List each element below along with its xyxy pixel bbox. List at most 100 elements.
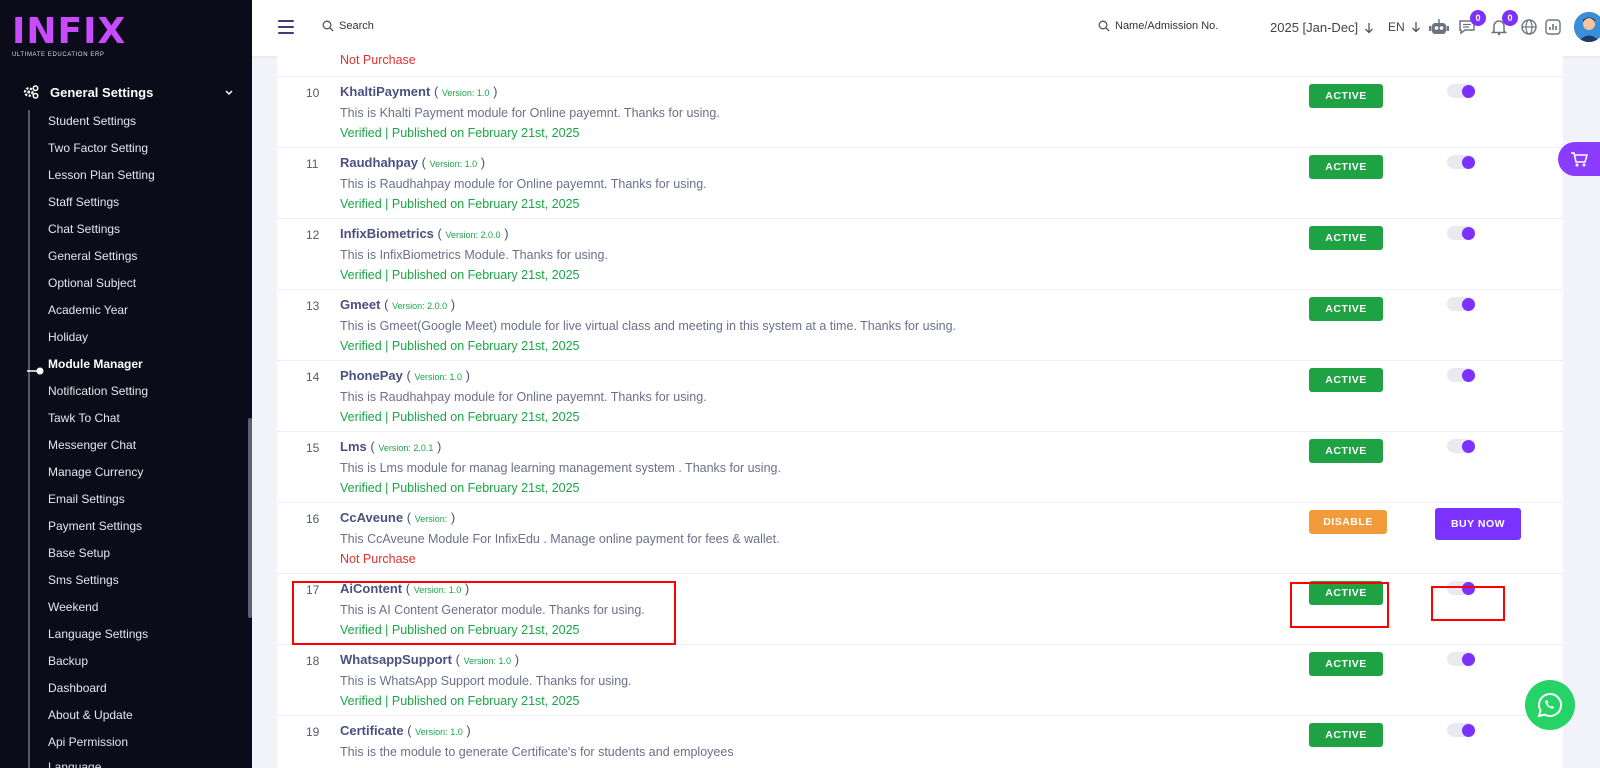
active-button[interactable]: ACTIVE xyxy=(1309,723,1383,747)
module-title: Lms ( Version: 2.0.1 ) xyxy=(340,439,442,454)
sidebar-item-tawk-to-chat[interactable]: Tawk To Chat xyxy=(48,411,120,425)
sidebar-item-holiday[interactable]: Holiday xyxy=(48,330,88,344)
module-version: Version: xyxy=(414,514,448,524)
sidebar-item-api-permission[interactable]: Api Permission xyxy=(48,735,128,749)
module-description: This is the module to generate Certifica… xyxy=(340,745,734,759)
module-version: Version: 1.0 xyxy=(463,656,512,666)
hamburger-icon[interactable] xyxy=(278,20,294,34)
module-number: 10 xyxy=(306,86,320,100)
active-button[interactable]: ACTIVE xyxy=(1309,439,1383,463)
module-name: Gmeet xyxy=(340,297,381,312)
sidebar-item-manage-currency[interactable]: Manage Currency xyxy=(48,465,143,479)
user-avatar[interactable] xyxy=(1574,12,1600,42)
sidebar-item-module-manager[interactable]: Module Manager xyxy=(48,357,143,371)
sidebar-item-two-factor-setting[interactable]: Two Factor Setting xyxy=(48,141,148,155)
sidebar-item-optional-subject[interactable]: Optional Subject xyxy=(48,276,136,290)
sidebar-item-staff-settings[interactable]: Staff Settings xyxy=(48,195,119,209)
module-version: Version: 1.0 xyxy=(414,372,462,382)
module-toggle[interactable] xyxy=(1447,84,1475,98)
whatsapp-icon[interactable] xyxy=(1525,680,1575,730)
sidebar-item-dashboard[interactable]: Dashboard xyxy=(48,681,107,695)
disable-button[interactable]: DISABLE xyxy=(1309,510,1387,534)
sidebar-item-sms-settings[interactable]: Sms Settings xyxy=(48,573,119,587)
module-toggle[interactable] xyxy=(1447,652,1475,666)
module-number: 11 xyxy=(306,157,319,171)
academic-year-selector[interactable]: 2025 [Jan-Dec] xyxy=(1270,20,1374,35)
module-toggle[interactable] xyxy=(1447,723,1475,737)
module-title: CcAveune ( Version: ) xyxy=(340,510,456,525)
module-toggle[interactable] xyxy=(1447,226,1475,240)
module-row-partial: Not Purchase xyxy=(277,53,1563,77)
admission-search-label: Name/Admission No. xyxy=(1115,20,1219,32)
sidebar-item-messenger-chat[interactable]: Messenger Chat xyxy=(48,438,136,452)
sidebar-scrollbar[interactable] xyxy=(248,418,252,618)
module-row-infixbiometrics: 12 InfixBiometrics ( Version: 2.0.0 ) Th… xyxy=(277,219,1563,290)
sidebar-item-base-setup[interactable]: Base Setup xyxy=(48,546,110,560)
module-status: Verified | Published on February 21st, 2… xyxy=(340,410,580,424)
module-number: 16 xyxy=(306,512,320,526)
sidebar-item-student-settings[interactable]: Student Settings xyxy=(48,114,136,128)
sidebar-item-general-settings[interactable]: General Settings xyxy=(48,249,137,263)
arrow-down-icon xyxy=(1411,22,1420,33)
module-description: This CcAveune Module For InfixEdu . Mana… xyxy=(340,532,780,546)
sidebar-group-general-settings[interactable]: General Settings xyxy=(22,81,240,103)
sidebar-group-label: General Settings xyxy=(50,84,154,100)
module-status: Verified | Published on February 21st, 2… xyxy=(340,481,580,495)
active-button[interactable]: ACTIVE xyxy=(1309,297,1383,321)
sidebar-item-language[interactable]: Language xyxy=(48,760,101,768)
sidebar-item-backup[interactable]: Backup xyxy=(48,654,88,668)
module-toggle[interactable] xyxy=(1447,155,1475,169)
module-row-raudhahpay: 11 Raudhahpay ( Version: 1.0 ) This is R… xyxy=(277,148,1563,219)
module-name: Certificate xyxy=(340,723,404,738)
sidebar-item-email-settings[interactable]: Email Settings xyxy=(48,492,125,506)
robot-icon[interactable] xyxy=(1428,16,1450,38)
active-button[interactable]: ACTIVE xyxy=(1309,652,1383,676)
buy-now-button[interactable]: BUY NOW xyxy=(1435,508,1521,540)
module-row-phonepay: 14 PhonePay ( Version: 1.0 ) This is Rau… xyxy=(277,361,1563,432)
sidebar-item-language-settings[interactable]: Language Settings xyxy=(48,627,148,641)
module-description: This is Khalti Payment module for Online… xyxy=(340,106,720,120)
module-toggle[interactable] xyxy=(1447,297,1475,311)
module-version: Version: 2.0.0 xyxy=(445,230,501,240)
cart-icon[interactable] xyxy=(1558,142,1600,176)
active-button[interactable]: ACTIVE xyxy=(1309,368,1383,392)
sidebar-item-chat-settings[interactable]: Chat Settings xyxy=(48,222,120,236)
search-icon xyxy=(322,20,334,32)
bell-icon[interactable]: 0 xyxy=(1488,10,1518,38)
sidebar-item-lesson-plan-setting[interactable]: Lesson Plan Setting xyxy=(48,168,155,182)
chart-icon[interactable] xyxy=(1542,16,1564,38)
language-selector[interactable]: EN xyxy=(1388,20,1421,34)
academic-year-value: 2025 [Jan-Dec] xyxy=(1270,20,1359,35)
sidebar-item-academic-year[interactable]: Academic Year xyxy=(48,303,128,317)
module-description: This is Lms module for manag learning ma… xyxy=(340,461,781,475)
module-status: Verified | Published on February 21st, 2… xyxy=(340,126,580,140)
sidebar-item-notification-setting[interactable]: Notification Setting xyxy=(48,384,148,398)
admission-search-box[interactable]: Name/Admission No. xyxy=(1098,20,1218,32)
search-box[interactable]: Search xyxy=(322,20,374,32)
globe-icon[interactable] xyxy=(1518,16,1540,38)
module-name: Raudhahpay xyxy=(340,155,419,170)
active-button[interactable]: ACTIVE xyxy=(1309,155,1383,179)
active-button[interactable]: ACTIVE xyxy=(1309,226,1383,250)
module-version: Version: 1.0 xyxy=(415,727,463,737)
search-label: Search xyxy=(339,20,374,32)
highlight-module-info xyxy=(292,581,676,645)
chat-icon[interactable]: 0 xyxy=(1456,10,1486,38)
sidebar-item-weekend[interactable]: Weekend xyxy=(48,600,98,614)
module-description: This is InfixBiometrics Module. Thanks f… xyxy=(340,248,608,262)
sidebar: INFIX ULTIMATE EDUCATION ERP General Set… xyxy=(0,0,252,768)
module-version: Version: 1.0 xyxy=(441,88,490,98)
sidebar-item-about-update[interactable]: About & Update xyxy=(48,708,133,722)
module-toggle[interactable] xyxy=(1447,368,1475,382)
module-number: 18 xyxy=(306,654,320,668)
module-toggle[interactable] xyxy=(1447,439,1475,453)
module-row-certificate: 19 Certificate ( Version: 1.0 ) This is … xyxy=(277,716,1563,768)
module-number: 15 xyxy=(306,441,320,455)
sidebar-item-payment-settings[interactable]: Payment Settings xyxy=(48,519,142,533)
sidebar-tree-line xyxy=(28,110,30,768)
active-button[interactable]: ACTIVE xyxy=(1309,84,1383,108)
brand-logo[interactable]: INFIX ULTIMATE EDUCATION ERP xyxy=(12,14,125,60)
module-description: This is Raudhahpay module for Online pay… xyxy=(340,390,707,404)
module-title: PhonePay ( Version: 1.0 ) xyxy=(340,368,470,383)
module-name: PhonePay xyxy=(340,368,403,383)
